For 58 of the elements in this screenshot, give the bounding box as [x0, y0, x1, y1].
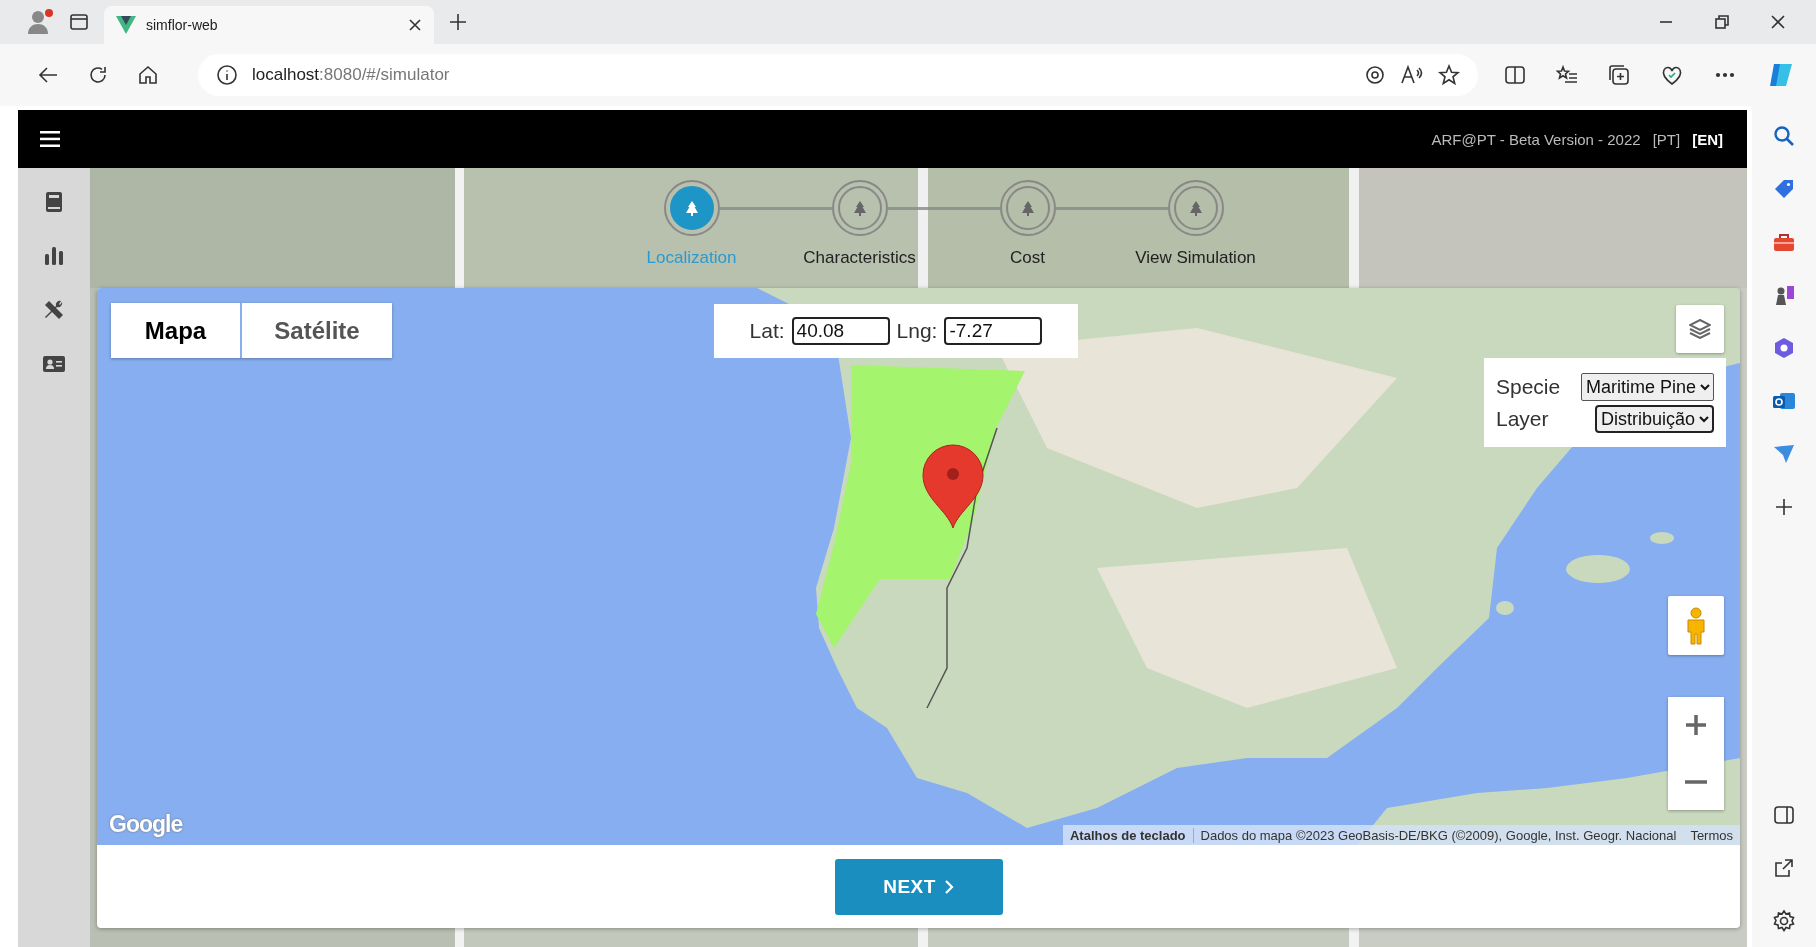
zoom-out-button[interactable] — [1668, 753, 1724, 810]
stepper-step[interactable]: Characteristics — [775, 174, 944, 288]
external-link-icon[interactable] — [1772, 856, 1796, 880]
layers-button[interactable] — [1676, 305, 1724, 353]
lng-field[interactable]: -7.27 — [944, 317, 1043, 345]
settings-icon[interactable] — [1772, 909, 1796, 933]
close-icon[interactable] — [408, 18, 422, 32]
profile-icon[interactable] — [26, 8, 54, 36]
language-link[interactable]: [EN] — [1692, 130, 1723, 148]
sidebar-icon[interactable] — [1772, 803, 1796, 827]
keyboard-shortcuts-link[interactable]: Atalhos de teclado — [1062, 827, 1194, 843]
restore-icon[interactable] — [1714, 14, 1730, 30]
minus-icon — [1685, 779, 1707, 784]
url-text: localhost:8080/#/simulator — [252, 65, 450, 85]
home-icon[interactable] — [136, 63, 160, 87]
location-icon[interactable] — [1364, 64, 1386, 86]
lat-label: Lat: — [749, 319, 785, 343]
tree-icon — [684, 200, 699, 216]
next-button[interactable]: NEXT — [834, 858, 1003, 915]
map-data-attribution: Dados do mapa ©2023 GeoBasis-DE/BKG (©2009), Google, Inst. Geogr. Nacional — [1199, 827, 1678, 843]
new-tab-icon[interactable] — [448, 12, 468, 32]
tree-icon — [852, 200, 867, 216]
map-type-button[interactable]: Mapa — [111, 303, 240, 358]
browser-tab[interactable]: simflor-web — [104, 6, 434, 44]
collections-icon[interactable] — [1608, 64, 1630, 86]
zoom-in-button[interactable] — [1668, 697, 1724, 754]
search-icon[interactable] — [1772, 124, 1796, 148]
close-icon[interactable] — [1770, 14, 1786, 30]
stepper-step[interactable]: Cost — [943, 174, 1112, 288]
specie-label: Specie — [1496, 374, 1562, 399]
tree-icon — [1188, 200, 1203, 216]
plus-icon — [1685, 714, 1707, 737]
menu-icon[interactable] — [40, 130, 60, 148]
read-aloud-icon[interactable] — [1400, 64, 1424, 86]
favorites-list-icon[interactable] — [1556, 64, 1578, 86]
favorite-icon[interactable] — [1438, 64, 1460, 86]
vue-logo-icon — [116, 16, 136, 34]
stepper-step[interactable]: View Simulation — [1111, 174, 1280, 288]
info-icon[interactable] — [216, 64, 238, 86]
layers-icon — [1689, 319, 1711, 339]
pegman-icon — [1685, 606, 1707, 645]
lat-field[interactable]: 40.08 — [791, 317, 890, 345]
bar-chart-icon[interactable] — [42, 244, 66, 268]
address-bar[interactable]: localhost:8080/#/simulator — [198, 54, 1478, 96]
split-screen-icon[interactable] — [1504, 64, 1526, 86]
chevron-right-icon — [943, 878, 954, 895]
map-logo: Google — [109, 811, 183, 838]
tab-actions-icon[interactable] — [68, 11, 90, 33]
language-link[interactable]: [PT] — [1652, 130, 1681, 148]
map-type-button[interactable]: Satélite — [242, 303, 392, 358]
specie-dropdown[interactable]: Maritime Pine — [1581, 372, 1714, 401]
layer-label: Layer — [1496, 406, 1550, 431]
app-title: ARF@PT - Beta Version - 2022 — [1431, 130, 1641, 148]
lng-label: Lng: — [896, 319, 938, 343]
terms-link[interactable]: Termos — [1683, 827, 1740, 843]
tree-icon — [1020, 200, 1035, 216]
browser-essentials-icon[interactable] — [1660, 64, 1684, 86]
layer-dropdown[interactable]: Distribuição — [1595, 404, 1714, 433]
